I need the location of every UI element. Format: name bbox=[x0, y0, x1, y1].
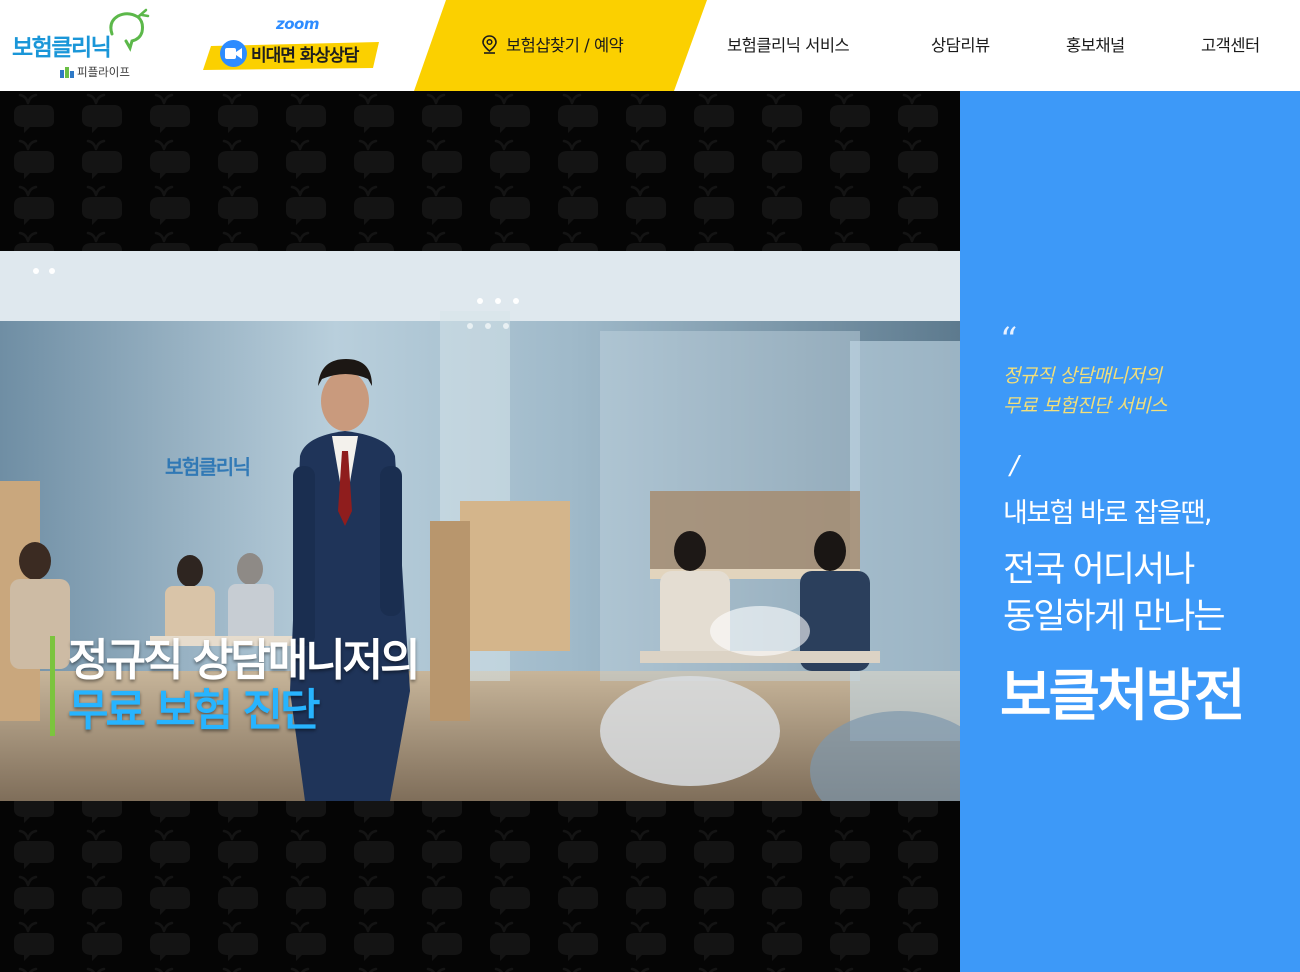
nav-find-shop-label: 보험샵찾기 / 예약 bbox=[506, 36, 624, 55]
caption-line-2: 무료 보험 진단 bbox=[68, 685, 321, 736]
side-headline-1: 내보험 바로 잡을땐, bbox=[1003, 498, 1212, 529]
side-promo-panel: “ 정규직 상담매니저의 무료 보험진단 서비스 / 내보험 바로 잡을땐, 전… bbox=[960, 91, 1300, 972]
nav-find-shop[interactable]: 보험샵찾기 / 예약 bbox=[481, 32, 624, 56]
video-caption: 정규직 상담매니저의 무료 보험 진단 bbox=[50, 635, 421, 736]
nav-item-customer-center[interactable]: 고객센터 bbox=[1201, 32, 1260, 56]
zoom-consult-label: 비대면 화상상담 bbox=[251, 46, 359, 66]
peoplelife-mark-icon bbox=[60, 67, 74, 78]
quote-line-2: 무료 보험진단 서비스 bbox=[1003, 395, 1167, 417]
quote-mark-icon: “ bbox=[1000, 320, 1018, 360]
promo-video-frame[interactable]: 보험클리닉 정규직 상담매니저의 무료 보험 진단 bbox=[0, 251, 960, 801]
nav-item-reviews[interactable]: 상담리뷰 bbox=[931, 32, 990, 56]
video-camera-icon bbox=[220, 40, 247, 67]
side-headline-2: 전국 어디서나 bbox=[1003, 550, 1195, 590]
logo-subtext: 피플라이프 bbox=[60, 64, 130, 80]
nav-item-pr-channel[interactable]: 홍보채널 bbox=[1066, 32, 1125, 56]
brand-logo[interactable]: 보험클리닉 피플라이프 bbox=[12, 8, 162, 84]
wall-logo-text: 보험클리닉 bbox=[165, 455, 251, 479]
zoom-logo: zoom bbox=[276, 15, 319, 33]
side-headline-3: 동일하게 만나는 bbox=[1003, 597, 1226, 637]
caption-line-1: 정규직 상담매니저의 bbox=[68, 635, 421, 686]
quote-line-1: 정규직 상담매니저의 bbox=[1003, 365, 1162, 387]
site-header: 보험클리닉 피플라이프 zoom 비대면 화상상담 보험샵찾기 / 예약 보험클… bbox=[0, 0, 1300, 91]
zoom-consult-link[interactable]: zoom 비대면 화상상담 bbox=[203, 14, 383, 72]
side-headline-brand: 보클처방전 bbox=[1000, 664, 1246, 729]
logo-text: 보험클리닉 bbox=[12, 35, 112, 61]
hero-section: 보험클리닉 정규직 상담매니저의 무료 보험 진단 bbox=[0, 91, 960, 972]
location-pin-icon bbox=[482, 34, 497, 54]
divider-slash: / bbox=[1010, 451, 1019, 481]
logo-sub-label: 피플라이프 bbox=[77, 65, 130, 79]
nav-item-service[interactable]: 보험클리닉 서비스 bbox=[727, 32, 850, 56]
